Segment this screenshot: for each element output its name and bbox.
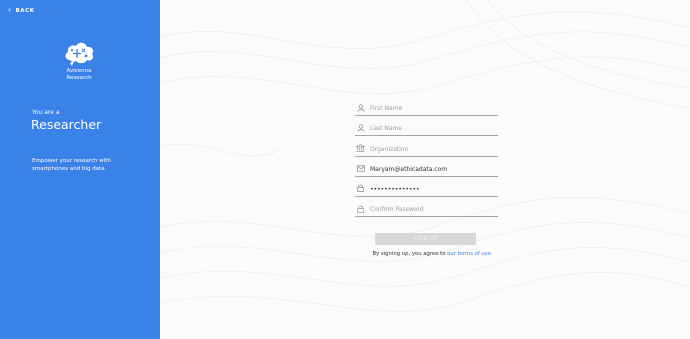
last-name-field bbox=[355, 116, 498, 137]
signup-button[interactable]: SIGN UP bbox=[375, 233, 476, 245]
password-field bbox=[355, 177, 498, 197]
first-name-field bbox=[355, 96, 498, 117]
lock-icon bbox=[356, 204, 365, 213]
first-name-input[interactable] bbox=[370, 105, 495, 113]
role-title: Researcher bbox=[31, 117, 102, 132]
you-are-label: You are a bbox=[32, 109, 60, 116]
last-name-input[interactable] bbox=[370, 125, 495, 133]
logo-line1: Avicenna bbox=[66, 68, 92, 74]
logo-text: Avicenna Research bbox=[66, 68, 91, 82]
building-icon bbox=[356, 144, 365, 153]
brain-cloud-logo bbox=[65, 42, 94, 66]
main-panel: SIGN UP By signing up, you agree to our … bbox=[160, 0, 690, 339]
back-label: BACK bbox=[15, 7, 35, 14]
organization-input[interactable] bbox=[370, 145, 495, 153]
terms-suffix: . bbox=[490, 251, 493, 257]
lock-icon bbox=[356, 184, 365, 193]
person-icon bbox=[356, 103, 365, 112]
chevron-left-icon: ‹ bbox=[8, 6, 12, 14]
person-icon bbox=[356, 123, 365, 132]
envelope-icon bbox=[356, 164, 365, 173]
tagline: Empower your research with smartphones a… bbox=[32, 158, 111, 172]
email-input[interactable] bbox=[370, 165, 495, 173]
signup-form bbox=[355, 96, 498, 218]
terms-text: By signing up, you agree to our terms of… bbox=[360, 251, 505, 257]
email-field bbox=[355, 157, 498, 177]
back-button[interactable]: ‹ BACK bbox=[8, 7, 35, 14]
logo: Avicenna Research bbox=[58, 40, 100, 82]
sidebar: ‹ BACK Avicenna Research You are a Resea… bbox=[0, 0, 160, 339]
confirm-password-field bbox=[355, 197, 498, 218]
terms-prefix: By signing up, you agree to bbox=[372, 251, 446, 257]
confirm-password-input[interactable] bbox=[370, 206, 495, 214]
password-input[interactable] bbox=[370, 185, 495, 193]
terms-link[interactable]: our terms of use bbox=[447, 251, 491, 257]
organization-field bbox=[355, 136, 498, 157]
logo-line2: Research bbox=[66, 75, 92, 81]
